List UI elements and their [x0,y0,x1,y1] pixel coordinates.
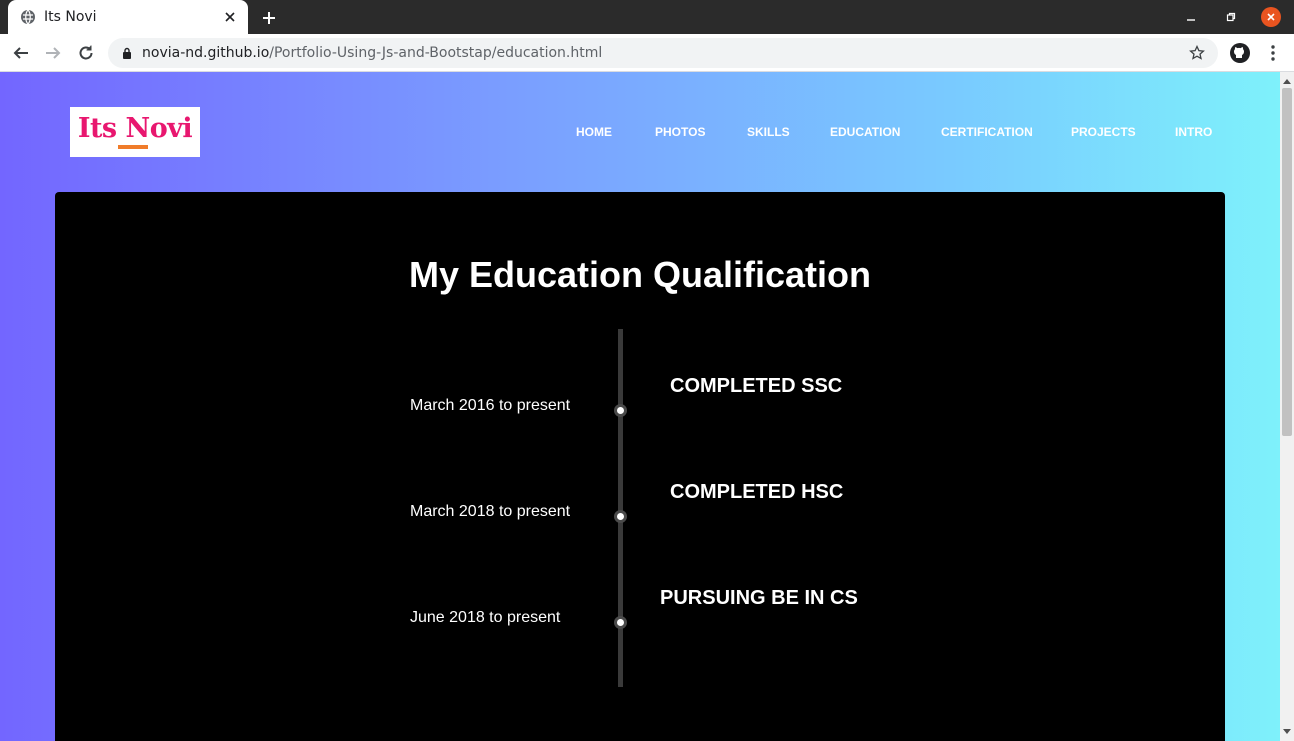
url-domain: novia-nd.github.io [142,45,270,61]
timeline-title-2: COMPLETED HSC [670,481,844,503]
timeline-dot-3 [614,616,627,629]
close-tab-icon[interactable] [222,9,238,25]
window-close-icon[interactable] [1261,7,1281,27]
globe-icon [20,9,36,25]
timeline-line [618,329,623,687]
minimize-icon[interactable] [1181,7,1201,27]
tab-title: Its Novi [44,9,97,25]
education-card: My Education Qualification March 2016 to… [55,192,1225,741]
nav-projects[interactable]: PROJECTS [1071,125,1136,139]
logo-underline [118,145,148,149]
url-path: /Portfolio-Using-Js-and-Bootstap/educati… [269,45,603,61]
scroll-down-icon[interactable] [1283,728,1291,736]
scrollbar-thumb[interactable] [1282,88,1292,436]
nav-education[interactable]: EDUCATION [830,125,900,139]
timeline-date-2: March 2018 to present [410,503,571,520]
site-logo[interactable]: Its Novi [70,107,200,157]
back-arrow-icon[interactable] [9,41,33,65]
logo-text: Its Novi [77,113,193,144]
github-extension-icon[interactable] [1228,41,1252,65]
nav-intro[interactable]: INTRO [1175,125,1212,139]
bookmark-star-icon[interactable] [1186,42,1208,64]
browser-titlebar: Its Novi [0,0,1294,34]
nav-skills[interactable]: SKILLS [747,125,790,139]
scroll-up-icon[interactable] [1283,77,1291,85]
restore-icon[interactable] [1221,7,1241,27]
url-text: novia-nd.github.io/Portfolio-Using-Js-an… [142,45,602,61]
nav-photos[interactable]: PHOTOS [655,125,705,139]
timeline-dot-1 [614,404,627,417]
page-scrollbar[interactable] [1280,72,1294,741]
lock-icon [120,46,134,60]
page-title: My Education Qualification [408,254,872,295]
reload-icon[interactable] [74,41,98,65]
address-bar[interactable]: novia-nd.github.io/Portfolio-Using-Js-an… [108,38,1218,68]
timeline-date-1: March 2016 to present [410,397,571,414]
timeline-date-3: June 2018 to present [410,609,561,626]
menu-kebab-icon[interactable] [1261,41,1285,65]
browser-toolbar: novia-nd.github.io/Portfolio-Using-Js-an… [0,34,1294,72]
page-viewport: Its Novi HOME PHOTOS SKILLS EDUCATION CE… [0,72,1280,741]
forward-arrow-icon[interactable] [41,41,65,65]
nav-certification[interactable]: CERTIFICATION [941,125,1033,139]
nav-home[interactable]: HOME [576,125,612,139]
browser-tab[interactable]: Its Novi [8,0,248,34]
new-tab-icon[interactable] [258,7,280,29]
timeline-dot-2 [614,510,627,523]
timeline-title-3: PURSUING BE IN CS [660,587,858,609]
timeline-title-1: COMPLETED SSC [670,375,843,397]
